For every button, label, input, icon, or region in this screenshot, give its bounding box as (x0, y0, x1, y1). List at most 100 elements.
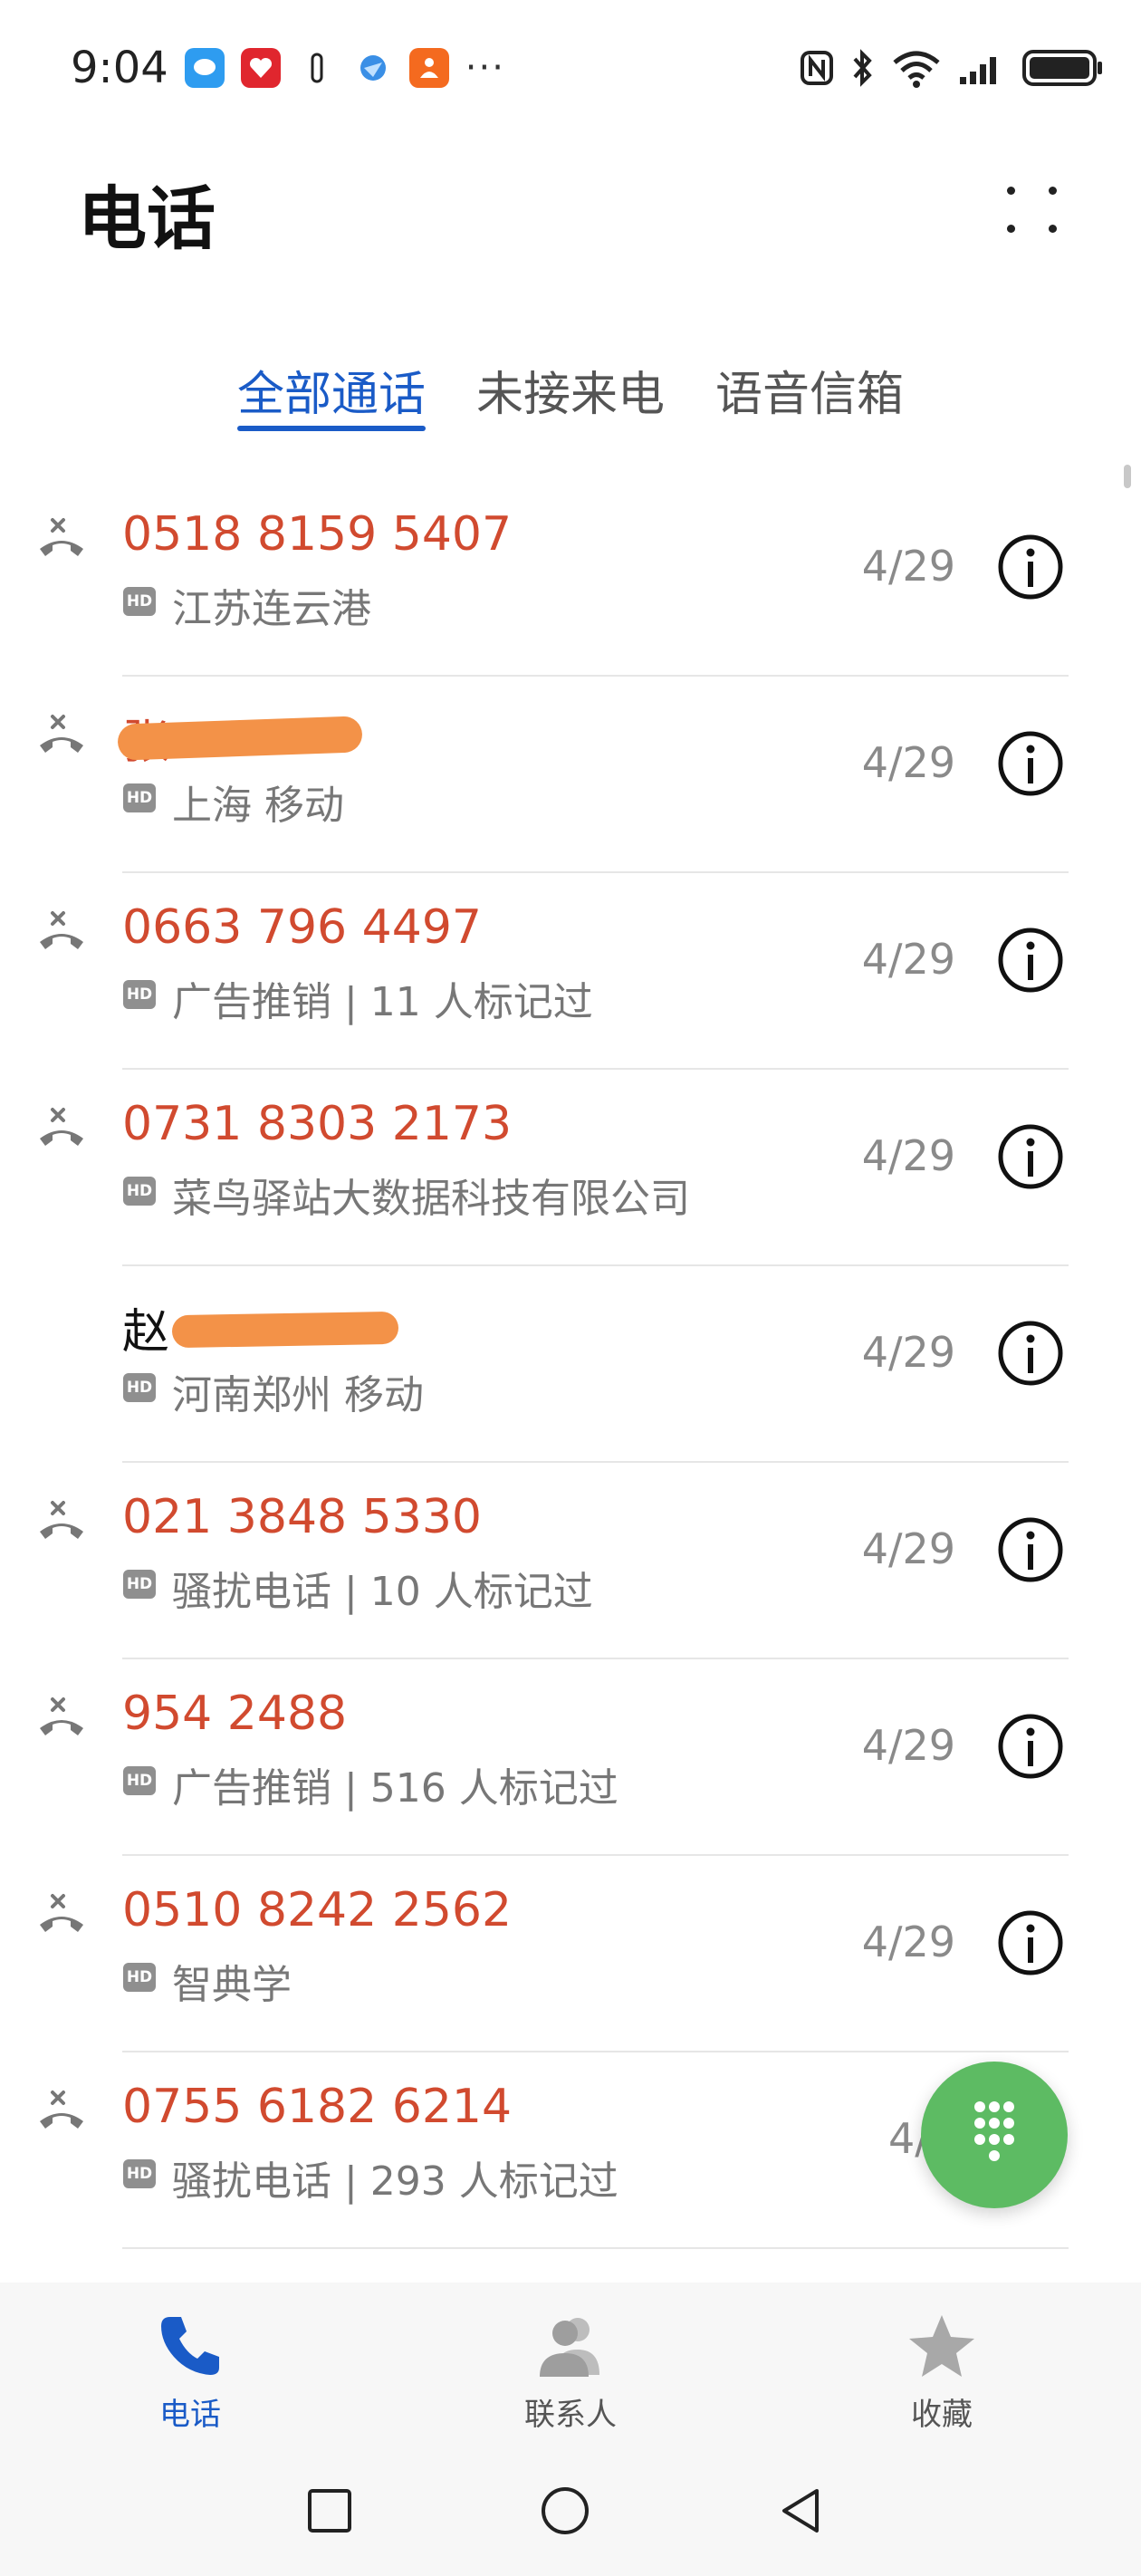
info-icon[interactable] (996, 1712, 1065, 1781)
hd-badge: HD (123, 1373, 156, 1402)
caller-name: 954 2488 (122, 1687, 348, 1741)
browser-app-icon (353, 48, 393, 88)
missed-call-icon (40, 2091, 83, 2129)
caller-company: 智典学 (172, 1962, 292, 2008)
status-time: 9:04 (71, 43, 168, 93)
row-divider (122, 2247, 1069, 2249)
caller-location: 上海 移动 (172, 783, 344, 829)
call-row[interactable]: 赵 HD 河南郑州 移动 4/29 (0, 1266, 1141, 1463)
battery-icon (1022, 50, 1102, 86)
nav-label: 收藏 (911, 2397, 973, 2433)
page-title: 电话 (78, 178, 216, 259)
caller-company: 菜鸟驿站大数据科技有限公司 (172, 1176, 690, 1222)
info-icon[interactable] (996, 533, 1065, 601)
missed-call-icon (40, 1501, 83, 1539)
caller-name: 赵 (122, 1305, 170, 1360)
info-icon[interactable] (996, 1122, 1065, 1191)
missed-call-icon (40, 518, 83, 556)
caller-tag: 骚扰电话 | 10 人标记过 (172, 1569, 593, 1615)
status-right (799, 48, 1105, 88)
nav-label: 电话 (159, 2397, 221, 2433)
call-tabs: 全部通话 未接来电 语音信箱 (0, 344, 1141, 444)
caller-location: 江苏连云港 (172, 586, 371, 632)
call-row[interactable]: 021 3848 5330 HD 骚扰电话 | 10 人标记过 4/29 (0, 1463, 1141, 1659)
tab-all-calls[interactable]: 全部通话 (236, 344, 427, 435)
info-icon[interactable] (996, 1515, 1065, 1584)
call-list: 0518 8159 5407 HD 江苏连云港 4/29 张 HD 上海 移动 … (0, 480, 1141, 2249)
status-bar: 9:04 ··· (0, 0, 1141, 136)
hd-badge: HD (123, 1177, 156, 1206)
hd-badge: HD (123, 1570, 156, 1599)
missed-call-icon (40, 715, 83, 753)
message-app-icon (184, 48, 225, 88)
call-row[interactable]: 0518 8159 5407 HD 江苏连云港 4/29 (0, 480, 1141, 677)
star-icon (909, 2315, 974, 2377)
more-dot-icon (1007, 225, 1015, 233)
status-left: 9:04 ··· (71, 43, 505, 93)
call-row[interactable]: 954 2488 HD 广告推销 | 516 人标记过 4/29 (0, 1659, 1141, 1856)
bluetooth-icon (853, 49, 872, 87)
caller-name: 0731 8303 2173 (122, 1097, 513, 1151)
caller-name: 0518 8159 5407 (122, 507, 513, 562)
dialpad-icon (974, 2101, 1014, 2161)
missed-call-icon (40, 911, 83, 949)
hd-badge: HD (123, 783, 156, 812)
more-dot-icon (1007, 187, 1015, 195)
caller-name: 0663 796 4497 (122, 900, 482, 955)
system-nav-bar (0, 2437, 1141, 2576)
call-date: 4/29 (861, 1721, 955, 1770)
more-notifications-icon: ··· (465, 47, 505, 89)
nav-favorites[interactable]: 收藏 (851, 2310, 1032, 2434)
wifi-icon (893, 51, 940, 88)
signal-icon (960, 57, 996, 84)
redaction-mark (117, 716, 363, 761)
call-date: 4/29 (861, 935, 955, 984)
home-button[interactable] (540, 2485, 590, 2536)
call-date: 4/29 (861, 1328, 955, 1377)
call-date: 4/29 (861, 1524, 955, 1573)
nav-phone[interactable]: 电话 (100, 2310, 281, 2434)
call-row[interactable]: 0510 8242 2562 HD 智典学 4/29 (0, 1856, 1141, 2052)
hd-badge: HD (123, 587, 156, 616)
nav-contacts[interactable]: 联系人 (480, 2310, 661, 2434)
caller-name: 021 3848 5330 (122, 1490, 482, 1544)
call-row[interactable]: 0663 796 4497 HD 广告推销 | 11 人标记过 4/29 (0, 873, 1141, 1070)
back-button[interactable] (777, 2485, 826, 2536)
call-date: 4/29 (861, 1131, 955, 1180)
missed-call-icon (40, 1108, 83, 1146)
hd-badge: HD (123, 2159, 156, 2188)
contacts-icon (540, 2318, 599, 2377)
nfc-icon (801, 51, 833, 85)
missed-call-icon (40, 1697, 83, 1735)
call-row[interactable]: 张 HD 上海 移动 4/29 (0, 677, 1141, 873)
link-app-icon (297, 48, 337, 88)
call-date: 4/29 (861, 738, 955, 787)
bottom-nav: 电话 联系人 收藏 (0, 2283, 1141, 2437)
caller-name: 0510 8242 2562 (122, 1883, 513, 1937)
missed-call-icon (40, 1894, 83, 1932)
shopping-app-icon (408, 48, 449, 88)
info-icon[interactable] (996, 1319, 1065, 1388)
call-date: 4/29 (861, 1918, 955, 1966)
tab-missed-calls[interactable]: 未接来电 (476, 344, 665, 435)
phone-icon (161, 2317, 219, 2375)
caller-tag: 广告推销 | 11 人标记过 (172, 979, 593, 1025)
info-icon[interactable] (996, 1908, 1065, 1977)
nav-label: 联系人 (524, 2397, 617, 2433)
hd-badge: HD (123, 1963, 156, 1992)
heart-app-icon (240, 48, 281, 88)
info-icon[interactable] (996, 729, 1065, 798)
caller-tag: 骚扰电话 | 293 人标记过 (172, 2158, 618, 2205)
caller-location: 河南郑州 移动 (172, 1372, 424, 1418)
redaction-mark (171, 1311, 399, 1349)
dialpad-button[interactable] (921, 2062, 1068, 2208)
info-icon[interactable] (996, 926, 1065, 995)
caller-tag: 广告推销 | 516 人标记过 (172, 1765, 618, 1812)
call-date: 4/29 (861, 542, 955, 591)
more-options-button[interactable] (996, 179, 1069, 243)
more-dot-icon (1049, 187, 1057, 195)
recent-apps-button[interactable] (306, 2487, 353, 2534)
hd-badge: HD (123, 980, 156, 1009)
tab-voicemail[interactable]: 语音信箱 (715, 344, 904, 435)
call-row[interactable]: 0731 8303 2173 HD 菜鸟驿站大数据科技有限公司 4/29 (0, 1070, 1141, 1266)
